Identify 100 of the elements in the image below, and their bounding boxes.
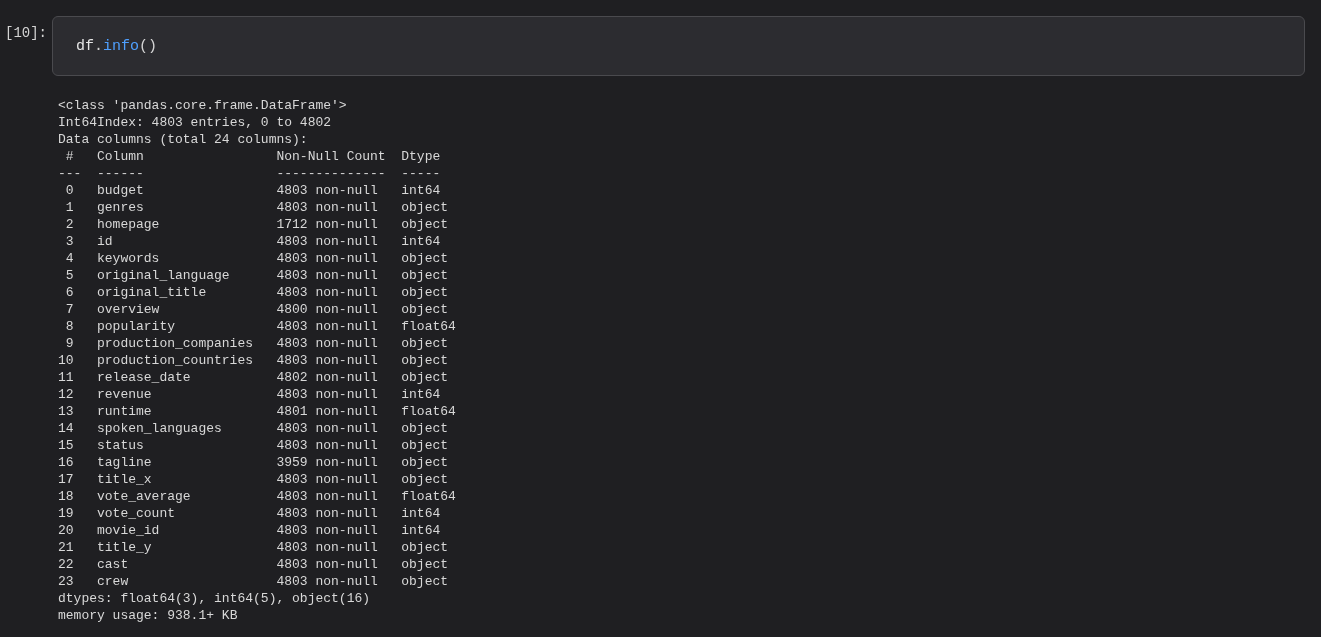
table-cell: object [401,453,449,471]
table-cell: 3959 non-null [276,453,378,471]
output-line: dtypes: float64(3), int64(5), object(16) [58,589,371,607]
table-cell: 4803 non-null [276,538,378,556]
table-cell: 4803 non-null [276,351,378,369]
table-cell: object [401,572,449,590]
table-cell: 4 [65,249,74,267]
table-cell: object [401,436,449,454]
column-header: Dtype [401,147,441,165]
output-line: <class 'pandas.core.frame.DataFrame'> [58,96,347,114]
table-cell: 4803 non-null [276,487,378,505]
table-cell: float64 [401,487,456,505]
table-cell: 4803 non-null [276,504,378,522]
table-cell: genres [97,198,144,216]
table-cell: object [401,266,449,284]
table-cell: int64 [401,504,441,522]
column-header: Column [97,147,144,165]
table-cell: 4803 non-null [276,181,378,199]
table-cell: object [401,555,449,573]
table-cell: object [401,368,449,386]
header-rule: ----- [401,164,441,182]
table-cell: 17 [58,470,74,488]
table-cell: 12 [58,385,74,403]
table-cell: 22 [58,555,74,573]
table-cell: object [401,538,449,556]
column-header: Non-Null Count [276,147,386,165]
table-cell: original_language [97,266,230,284]
table-cell: 20 [58,521,74,539]
table-cell: release_date [97,368,191,386]
table-cell: original_title [97,283,207,301]
table-cell: int64 [401,181,441,199]
table-cell: float64 [401,402,456,420]
table-cell: object [401,470,449,488]
table-cell: 3 [65,232,74,250]
table-cell: int64 [401,232,441,250]
header-rule: ------ [97,164,144,182]
table-cell: 11 [58,368,74,386]
table-cell: 13 [58,402,74,420]
table-cell: title_x [97,470,152,488]
header-rule: -------------- [276,164,386,182]
table-cell: int64 [401,521,441,539]
table-cell: 4803 non-null [276,266,378,284]
table-cell: 2 [65,215,74,233]
table-cell: runtime [97,402,152,420]
table-cell: 4803 non-null [276,317,378,335]
table-cell: 4803 non-null [276,436,378,454]
table-cell: object [401,283,449,301]
table-cell: 19 [58,504,74,522]
table-cell: object [401,419,449,437]
table-cell: 23 [58,572,74,590]
table-cell: object [401,198,449,216]
table-cell: float64 [401,317,456,335]
table-cell: 4803 non-null [276,249,378,267]
table-cell: status [97,436,144,454]
table-cell: 9 [65,334,74,352]
table-cell: 5 [65,266,74,284]
table-cell: 4803 non-null [276,470,378,488]
table-cell: overview [97,300,160,318]
table-cell: spoken_languages [97,419,222,437]
table-cell: 4801 non-null [276,402,378,420]
table-cell: tagline [97,453,152,471]
table-cell: object [401,249,449,267]
table-cell: 4803 non-null [276,521,378,539]
table-cell: 4803 non-null [276,419,378,437]
table-cell: object [401,300,449,318]
table-cell: 4803 non-null [276,334,378,352]
table-cell: vote_count [97,504,175,522]
table-cell: 4800 non-null [276,300,378,318]
table-cell: revenue [97,385,152,403]
table-cell: movie_id [97,521,160,539]
table-cell: int64 [401,385,441,403]
table-cell: 4803 non-null [276,572,378,590]
table-cell: 18 [58,487,74,505]
table-cell: 14 [58,419,74,437]
table-cell: 6 [65,283,74,301]
table-cell: 1712 non-null [276,215,378,233]
table-cell: 4803 non-null [276,198,378,216]
table-cell: 8 [65,317,74,335]
table-cell: 16 [58,453,74,471]
code-cell[interactable]: df.info() [52,16,1305,76]
table-cell: id [97,232,113,250]
cell-prompt: [10]: [4,24,47,41]
output-line: memory usage: 938.1+ KB [58,606,238,624]
table-cell: object [401,334,449,352]
table-cell: 4803 non-null [276,385,378,403]
table-cell: popularity [97,317,175,335]
table-cell: 4803 non-null [276,283,378,301]
table-cell: 15 [58,436,74,454]
table-cell: production_countries [97,351,254,369]
table-cell: 1 [65,198,74,216]
table-cell: homepage [97,215,160,233]
table-cell: keywords [97,249,160,267]
table-cell: 4802 non-null [276,368,378,386]
table-cell: object [401,215,449,233]
table-cell: 4803 non-null [276,232,378,250]
table-cell: cast [97,555,129,573]
table-cell: 21 [58,538,74,556]
table-cell: 10 [58,351,74,369]
table-cell: 4803 non-null [276,555,378,573]
output-line: Int64Index: 4803 entries, 0 to 4802 [58,113,332,131]
